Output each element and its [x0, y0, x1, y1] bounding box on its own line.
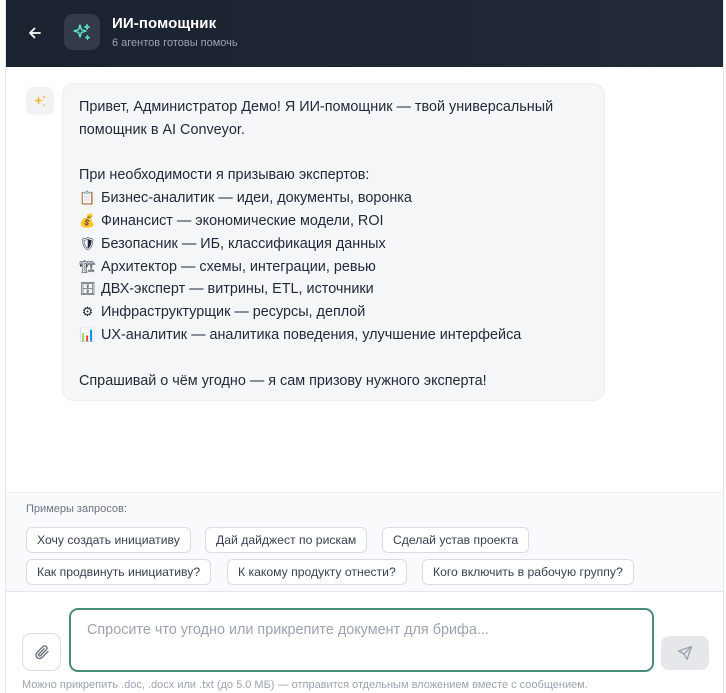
chat-window: ИИ-помощник 6 агентов готовы помочь Прив…: [5, 0, 724, 693]
construction-icon: 🏗: [79, 258, 96, 274]
example-chip-project-charter[interactable]: Сделай устав проекта: [382, 527, 530, 553]
attach-file-button[interactable]: [22, 633, 61, 671]
agents-status: 6 агентов готовы помочь: [112, 37, 238, 49]
arrow-left-icon: [29, 27, 41, 39]
expert-item: 📊 UX-аналитик — аналитика поведения, улуч…: [79, 324, 588, 347]
examples-label: Примеры запросов:: [26, 503, 127, 515]
chat-header: ИИ-помощник 6 агентов готовы помочь: [6, 0, 723, 67]
clipboard-icon: 📋: [79, 190, 96, 206]
file-cabinet-icon: 🗄: [79, 281, 96, 297]
money-bag-icon: 💰: [79, 212, 96, 228]
gear-icon: ⚙: [81, 304, 94, 320]
assistant-logo: [64, 14, 100, 50]
message-text: помощник в AI Conveyor.: [79, 121, 245, 138]
message-text: Спрашивай о чём угодно — я сам призову н…: [79, 372, 487, 389]
assistant-avatar: [26, 87, 54, 115]
shield-icon: 🛡: [79, 235, 96, 251]
back-button[interactable]: [22, 20, 48, 46]
message-list[interactable]: Привет, Администратор Демо! Я ИИ-помощни…: [6, 67, 723, 492]
assistant-message: Привет, Администратор Демо! Я ИИ-помощни…: [62, 83, 605, 401]
expert-item: 📋 Бизнес-аналитик — идеи, документы, воро…: [79, 187, 588, 210]
example-chip-working-group[interactable]: Кого включить в рабочую группу?: [422, 559, 634, 585]
example-chip-create-initiative[interactable]: Хочу создать инициативу: [26, 527, 191, 553]
page-title: ИИ-помощник: [112, 15, 217, 32]
example-prompts: Примеры запросов: Хочу создать инициатив…: [6, 492, 723, 592]
sparkles-icon: [34, 95, 46, 107]
bar-chart-icon: 📊: [79, 326, 96, 342]
composer: Можно прикрепить .doc, .docx или .txt (д…: [6, 593, 723, 693]
message-text: Привет, Администратор Демо! Я ИИ-помощни…: [79, 99, 554, 115]
expert-item: 🗄 ДВХ-эксперт — витрины, ETL, источники: [79, 278, 588, 301]
example-chip-assign-product[interactable]: К какому продукту отнести?: [227, 559, 407, 585]
message-input[interactable]: [69, 608, 654, 672]
send-button[interactable]: [661, 636, 709, 670]
example-chip-promote-initiative[interactable]: Как продвинуть инициативу?: [26, 559, 212, 585]
expert-item: ⚙ Инфраструктурщик — ресурсы, деплой: [79, 301, 588, 324]
experts-heading: При необходимости я призываю экспертов:: [79, 167, 370, 184]
attachment-hint: Можно прикрепить .doc, .docx или .txt (д…: [22, 679, 588, 691]
expert-item: 🏗 Архитектор — схемы, интеграции, ревью: [79, 256, 588, 279]
example-chip-risk-digest[interactable]: Дай дайджест по рискам: [205, 527, 368, 553]
expert-item: 💰 Финансист — экономические модели, ROI: [79, 210, 588, 233]
sparkles-icon: [73, 23, 91, 40]
expert-item: 🛡 Безопасник — ИБ, классификация данных: [79, 233, 588, 256]
send-icon: [677, 645, 693, 661]
paperclip-icon: [34, 645, 49, 660]
